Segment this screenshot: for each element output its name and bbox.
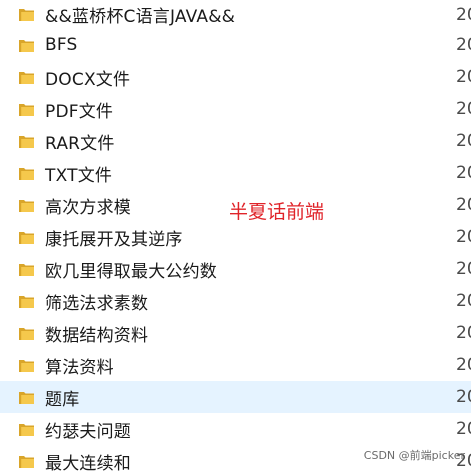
folder-icon: [19, 103, 34, 116]
folder-icon: [19, 167, 34, 180]
folder-name: 题库: [45, 389, 80, 410]
folder-name: 高次方求模: [45, 197, 131, 218]
folder-row[interactable]: DOCX文件 20: [0, 61, 471, 93]
folder-name: 欧几里得取最大公约数: [45, 261, 217, 282]
folder-row[interactable]: 题库 20: [0, 381, 471, 413]
file-explorer-view: &&蓝桥杯C语言JAVA&&20BFS20DOCX文件20PDF文件20RAR文…: [0, 0, 471, 471]
folder-icon: [19, 423, 34, 436]
modified-date: 20: [456, 163, 471, 183]
folder-row[interactable]: 算法资料 20: [0, 349, 471, 381]
modified-date: 20: [456, 259, 471, 279]
folder-icon: [19, 295, 34, 308]
folder-icon: [19, 135, 34, 148]
folder-name: 最大连续和: [45, 453, 131, 471]
modified-date: 20: [456, 323, 471, 343]
folder-name: BFS: [45, 35, 78, 55]
modified-date: 20: [456, 4, 471, 25]
folder-row[interactable]: 欧几里得取最大公约数 20: [0, 253, 471, 285]
modified-date: 20: [456, 35, 471, 55]
corner-watermark: CSDN @前端picker: [363, 449, 465, 462]
folder-row[interactable]: RAR文件 20: [0, 125, 471, 157]
file-list: &&蓝桥杯C语言JAVA&&20BFS20DOCX文件20PDF文件20RAR文…: [0, 0, 471, 471]
folder-row[interactable]: 数据结构资料 20: [0, 317, 471, 349]
folder-name: 筛选法求素数: [45, 293, 149, 314]
modified-date: 20: [456, 227, 471, 247]
folder-icon: [19, 39, 34, 52]
modified-date: 20: [456, 387, 471, 407]
folder-icon: [19, 71, 34, 84]
folder-row[interactable]: 筛选法求素数 20: [0, 285, 471, 317]
modified-date: 20: [456, 131, 471, 151]
center-watermark: 半夏话前端: [229, 201, 325, 223]
modified-date: 20: [456, 195, 471, 215]
folder-icon: [19, 9, 34, 21]
folder-name: PDF文件: [45, 101, 114, 122]
folder-icon: [19, 231, 34, 244]
folder-icon: [19, 391, 34, 404]
folder-row[interactable]: TXT文件 20: [0, 157, 471, 189]
folder-name: TXT文件: [45, 165, 113, 186]
modified-date: 20: [456, 291, 471, 311]
folder-icon: [19, 327, 34, 340]
folder-name: 约瑟夫问题: [45, 421, 131, 442]
folder-row[interactable]: 康托展开及其逆序 20: [0, 221, 471, 253]
folder-name: &&蓝桥杯C语言JAVA&&: [45, 7, 236, 27]
folder-name: 算法资料: [45, 357, 114, 378]
folder-row[interactable]: &&蓝桥杯C语言JAVA&& 20: [0, 0, 471, 29]
folder-row[interactable]: 约瑟夫问题 20: [0, 413, 471, 445]
folder-icon: [19, 359, 34, 372]
folder-name: 康托展开及其逆序: [45, 229, 183, 250]
folder-row[interactable]: PDF文件 20: [0, 93, 471, 125]
folder-name: RAR文件: [45, 133, 115, 154]
modified-date: 20: [456, 419, 471, 439]
folder-name: DOCX文件: [45, 69, 131, 90]
folder-row[interactable]: BFS 20: [0, 29, 471, 61]
modified-date: 20: [456, 355, 471, 375]
folder-icon: [19, 455, 34, 468]
folder-name: 数据结构资料: [45, 325, 149, 346]
modified-date: 20: [456, 99, 471, 119]
folder-icon: [19, 263, 34, 276]
modified-date: 20: [456, 67, 471, 87]
folder-icon: [19, 199, 34, 212]
